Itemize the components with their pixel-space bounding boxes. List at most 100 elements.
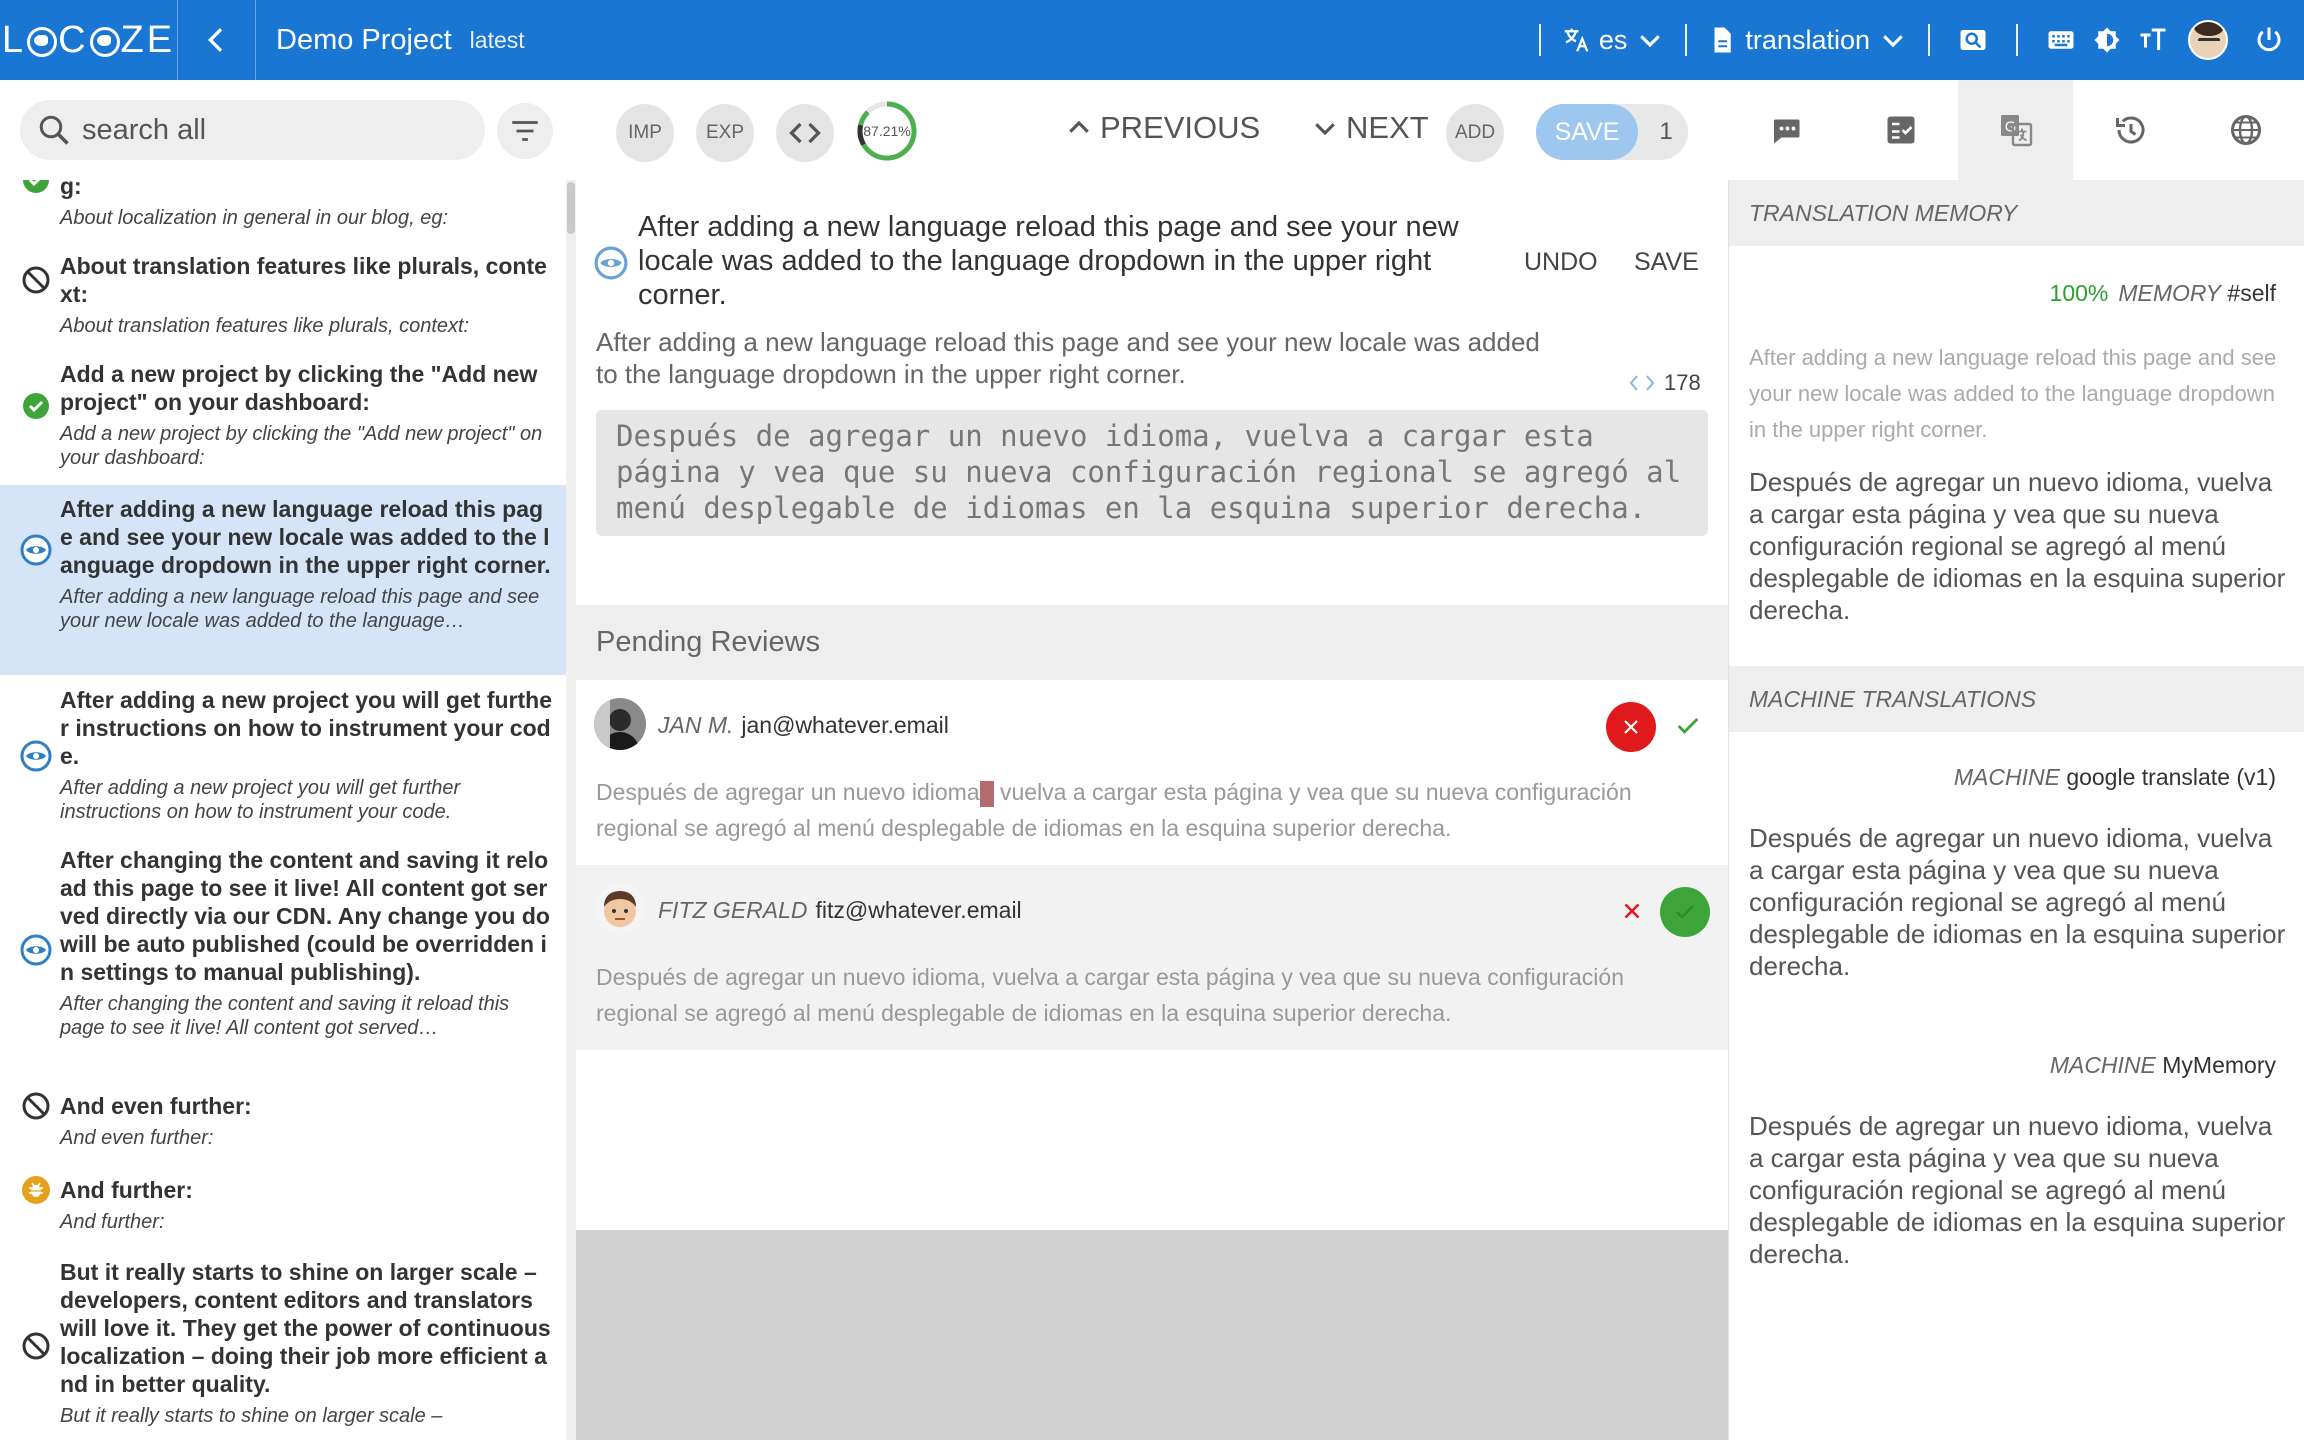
reviewer-email: jan@whatever.email — [741, 712, 949, 738]
check-circle-icon — [20, 390, 52, 422]
memory-meta: 100% MEMORY #self — [2049, 280, 2276, 306]
save-group: SAVE 1 — [1536, 104, 1688, 160]
svg-text:G: G — [2004, 119, 2016, 136]
chevron-down-icon — [1640, 35, 1661, 48]
unsaved-count: 1 — [1659, 118, 1673, 145]
list-item[interactable]: About translation features like plurals,… — [0, 252, 566, 360]
code-icon — [789, 122, 821, 144]
list-scrollbar[interactable] — [566, 180, 576, 1440]
list-item[interactable]: Add a new project by clicking the "Add n… — [0, 360, 566, 488]
machine-translation[interactable]: Después de agregar un nuevo idioma, vuel… — [1749, 1110, 2289, 1270]
image-search-icon — [1960, 30, 1986, 50]
language-value: es — [1598, 24, 1628, 55]
translation-input[interactable]: Después de agregar un nuevo idioma, vuel… — [596, 410, 1708, 536]
scrollbar-thumb[interactable] — [567, 182, 575, 234]
pending-reviews: Pending Reviews JAN M. jan@whatever.email… — [576, 605, 1728, 1230]
machine-provider: google translate (v1) — [2066, 764, 2276, 790]
chevron-left-icon — [207, 28, 222, 52]
tab-languages[interactable] — [2188, 80, 2303, 180]
editor-pane: After adding a new language reload this … — [576, 180, 1728, 1440]
progress-ring: 87.21% — [856, 100, 918, 162]
history-icon — [2115, 116, 2144, 144]
translate-icon: G — [2000, 115, 2032, 147]
eye-icon — [20, 934, 52, 966]
memory-translation[interactable]: Después de agregar un nuevo idioma, vuel… — [1749, 466, 2289, 626]
review-text: Después de agregar un nuevo idioma vuelv… — [596, 779, 1632, 841]
list-item[interactable]: And even further: And even further: — [0, 1084, 566, 1164]
review-item: FITZ GERALD fitz@whatever.email Después d… — [576, 865, 1728, 1050]
list-item[interactable]: But it really starts to shine on larger … — [0, 1250, 566, 1440]
reject-review-button[interactable] — [1606, 702, 1656, 752]
list-item[interactable]: After adding a new project you will get … — [0, 678, 566, 828]
save-button[interactable]: SAVE — [1634, 248, 1699, 277]
tab-history[interactable] — [2073, 80, 2188, 180]
chevron-down-icon — [1883, 35, 1903, 48]
undo-button[interactable]: UNDO — [1524, 248, 1598, 277]
divider — [1928, 24, 1930, 56]
tab-comments[interactable] — [1728, 80, 1843, 180]
reviewer-name: FITZ GERALD fitz@whatever.email — [658, 897, 1022, 923]
next-button[interactable]: NEXT — [1310, 110, 1429, 146]
memory-source-text: After adding a new language reload this … — [1749, 345, 2277, 442]
list-item[interactable]: g: About localization in general in our … — [0, 180, 566, 234]
key-list: g: About localization in general in our … — [0, 180, 566, 1440]
eye-icon — [20, 740, 52, 772]
list-item[interactable]: And further: And further: — [0, 1168, 566, 1248]
list-item-selected[interactable]: After adding a new language reload this … — [0, 485, 566, 675]
suggestions-panel: TRANSLATION MEMORY 100% MEMORY #self Afte… — [1728, 180, 2304, 1440]
search-overlay-button[interactable] — [1956, 23, 1990, 57]
user-avatar[interactable] — [2188, 20, 2228, 60]
comment-icon — [1773, 119, 1799, 144]
keyboard-button[interactable] — [2044, 23, 2078, 57]
file-icon — [1714, 27, 1732, 53]
progress-label: 87.21% — [863, 123, 911, 139]
accept-review-button[interactable] — [1668, 706, 1708, 746]
block-icon — [20, 264, 52, 296]
theme-button[interactable] — [2090, 23, 2124, 57]
export-button[interactable]: EXP — [696, 104, 754, 162]
tab-review[interactable] — [1843, 80, 1958, 180]
translate-icon — [1564, 28, 1589, 52]
namespace-select[interactable]: translation — [1707, 25, 1908, 56]
machine-provider: MyMemory — [2162, 1052, 2276, 1078]
reviewer-avatar — [594, 698, 646, 750]
globe-icon — [2230, 115, 2261, 145]
logout-button[interactable] — [2252, 23, 2286, 57]
eye-icon — [594, 246, 628, 280]
close-icon — [1624, 903, 1640, 919]
review-item: JAN M. jan@whatever.email Después de agre… — [576, 680, 1728, 865]
tab-translation-memory[interactable]: G — [1958, 80, 2073, 180]
add-button[interactable]: ADD — [1446, 104, 1504, 162]
memory-match-percent: 100% — [2049, 280, 2109, 306]
check-icon — [1677, 718, 1699, 734]
namespace-value: translation — [1745, 24, 1870, 55]
diff-marker — [979, 780, 994, 807]
memory-source: #self — [2227, 280, 2276, 306]
divider — [1685, 24, 1688, 56]
search-input[interactable] — [82, 113, 462, 147]
text-size-icon — [2140, 28, 2166, 50]
machine-translation[interactable]: Después de agregar un nuevo idioma, vuel… — [1749, 822, 2289, 982]
block-icon — [20, 1090, 52, 1122]
check-circle-icon — [20, 180, 52, 196]
reject-review-button[interactable] — [1612, 891, 1652, 931]
filter-button[interactable] — [497, 103, 553, 159]
accept-review-button[interactable] — [1660, 887, 1710, 937]
code-view-button[interactable] — [776, 104, 834, 162]
font-size-button[interactable] — [2136, 23, 2170, 57]
top-bar: L C ZE Demo Project latest es translation — [0, 0, 2304, 80]
back-button[interactable] — [178, 0, 256, 80]
checklist-icon — [1887, 116, 1914, 144]
review-text: Después de agregar un nuevo idioma, vuel… — [596, 964, 1625, 1026]
project-name[interactable]: Demo Project — [276, 24, 452, 57]
previous-button[interactable]: PREVIOUS — [1064, 110, 1260, 146]
locize-logo[interactable]: L C ZE — [0, 0, 178, 80]
divider — [1538, 24, 1541, 56]
globe-logo-icon — [89, 27, 120, 57]
power-icon — [2257, 27, 2281, 52]
list-item[interactable]: After changing the content and saving it… — [0, 838, 566, 1078]
language-select[interactable]: es — [1561, 25, 1666, 56]
save-all-button[interactable]: SAVE — [1536, 104, 1638, 160]
import-button[interactable]: IMP — [616, 104, 674, 162]
filter-icon — [512, 121, 538, 141]
